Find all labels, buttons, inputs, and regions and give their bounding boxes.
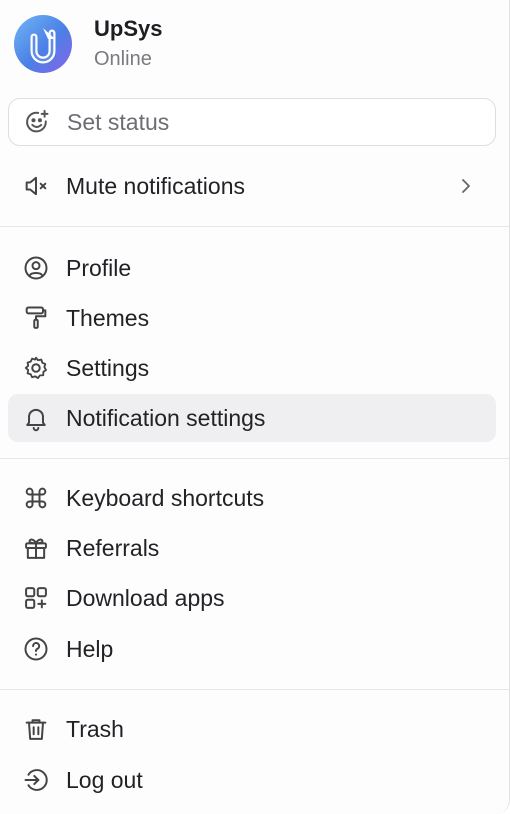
account-menu: UpSys Online Set status Mute notificatio… (0, 0, 510, 814)
mute-notifications-item[interactable]: Mute notifications (8, 162, 496, 210)
divider (0, 689, 510, 690)
mute-notifications-label: Mute notifications (66, 172, 245, 199)
themes-item[interactable]: Themes (8, 294, 496, 342)
trash-label: Trash (66, 715, 124, 742)
user-circle-icon (22, 254, 50, 282)
referrals-label: Referrals (66, 534, 160, 561)
notification-settings-label: Notification settings (66, 404, 266, 431)
command-key-icon (22, 484, 50, 512)
profile-label: Profile (66, 254, 132, 281)
avatar (14, 14, 72, 73)
user-online-status: Online (94, 48, 152, 70)
help-item[interactable]: Help (8, 625, 496, 673)
settings-item[interactable]: Settings (8, 344, 496, 392)
log-out-label: Log out (66, 766, 143, 793)
log-out-item[interactable]: Log out (8, 756, 496, 804)
divider (0, 226, 510, 227)
divider (0, 458, 510, 459)
apps-grid-plus-icon (22, 584, 50, 612)
download-apps-item[interactable]: Download apps (8, 574, 496, 622)
question-circle-icon (22, 635, 50, 663)
set-status-button[interactable]: Set status (8, 98, 496, 146)
upsys-logo-icon (30, 27, 56, 63)
chevron-right-icon (456, 176, 476, 196)
user-header: UpSys Online (14, 14, 162, 73)
set-status-label: Set status (67, 108, 170, 135)
gear-icon (22, 354, 50, 382)
download-apps-label: Download apps (66, 584, 225, 611)
log-out-icon (22, 766, 50, 794)
trash-icon (22, 715, 50, 743)
speaker-muted-icon (22, 172, 50, 200)
gift-icon (22, 534, 50, 562)
referrals-item[interactable]: Referrals (8, 524, 496, 572)
notification-settings-item[interactable]: Notification settings (8, 394, 496, 442)
paint-roller-icon (22, 304, 50, 332)
trash-item[interactable]: Trash (8, 705, 496, 753)
profile-item[interactable]: Profile (8, 244, 496, 292)
help-label: Help (66, 635, 114, 662)
user-name: UpSys (94, 16, 163, 41)
themes-label: Themes (66, 304, 150, 331)
keyboard-shortcuts-item[interactable]: Keyboard shortcuts (8, 474, 496, 522)
bell-icon (22, 404, 50, 432)
keyboard-shortcuts-label: Keyboard shortcuts (66, 484, 265, 511)
smiley-plus-icon (23, 108, 51, 136)
settings-label: Settings (66, 354, 150, 381)
